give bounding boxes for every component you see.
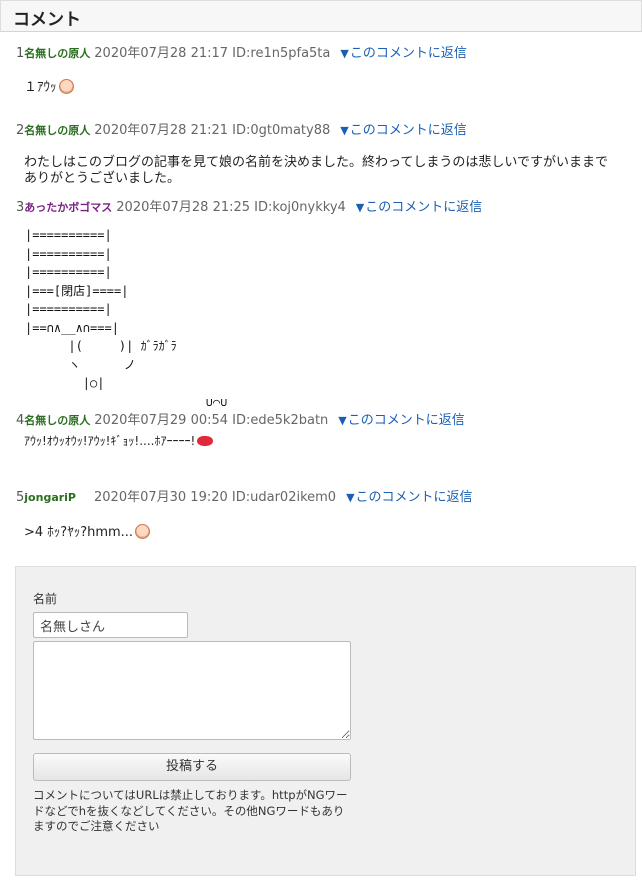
comment-text: >4 ﾎｯ?ﾔｯ?hmm... [24,525,134,540]
ascii-art: |==========| |==========| |==========| |… [25,228,228,409]
comment-body: >4 ﾎｯ?ﾔｯ?hmm... [24,524,151,541]
comment-meta: 2名無しの原人 2020年07月28 21:21 ID:0gt0maty88 ▼この… [16,123,467,139]
face-icon [135,524,151,539]
comment-author[interactable]: あったかボゴマス [24,201,112,214]
comment-text: １ｱｳｯ [24,80,57,95]
reply-link[interactable]: ▼このコメントに返信 [340,46,466,61]
comment-meta: 1名無しの原人 2020年07月28 21:17 ID:re1n5pfa5ta ▼こ… [16,46,467,62]
triangle-down-icon: ▼ [346,491,355,504]
comment-author[interactable]: 名無しの原人 [24,414,90,427]
comment-meta: 4名無しの原人 2020年07月29 00:54 ID:ede5k2batn ▼この… [16,413,465,429]
comment-body: ｱｳｯ!ｵｳｯｵｳｯ!ｱｳｯ!ｷﾞｮｯ!....ﾎｱｰｰｰｰ! [24,433,214,449]
comment-textarea[interactable] [33,641,351,740]
comment-date-id: 2020年07月29 00:54 ID:ede5k2batn [94,413,329,428]
comment-date-id: 2020年07月28 21:25 ID:koj0nykky4 [116,200,346,215]
comments-header: コメント [0,0,642,32]
comment-text: ｱｳｯ!ｵｳｯｵｳｯ!ｱｳｯ!ｷﾞｮｯ!....ﾎｱｰｰｰｰ! [24,434,196,448]
reply-link-label: このコメントに返信 [365,200,483,215]
reply-link-label: このコメントに返信 [349,123,467,138]
comment-body: １ｱｳｯ [24,79,74,96]
reply-link[interactable]: ▼このコメントに返信 [356,200,482,215]
reply-link[interactable]: ▼このコメントに返信 [340,123,466,138]
triangle-down-icon: ▼ [340,47,349,60]
submit-button[interactable]: 投稿する [33,753,351,781]
reply-link-label: このコメントに返信 [355,490,473,505]
comment-date-id: 2020年07月28 21:21 ID:0gt0maty88 [94,123,331,138]
lips-icon [197,436,214,446]
name-input[interactable] [33,612,188,638]
triangle-down-icon: ▼ [355,201,365,214]
form-note: コメントについてはURLは禁止しております。httpがNGワードなどでhを抜くな… [33,788,348,833]
comment-date-id: 2020年07月28 21:17 ID:re1n5pfa5ta [94,46,331,61]
comment-author[interactable]: jongariP [24,491,76,504]
comment-form: 名前 投稿する コメントについてはURLは禁止しております。httpがNGワード… [15,566,636,876]
comments-title: コメント [13,10,81,30]
name-label: 名前 [33,592,58,606]
comment-body: わたしはこのブログの記事を見て娘の名前を決めました。終わってしまうのは悲しいです… [24,155,608,186]
comment-meta: 5jongariP 2020年07月30 19:20 ID:udar02ikem0… [16,490,473,506]
triangle-down-icon: ▼ [340,124,349,137]
comment-author[interactable]: 名無しの原人 [24,47,90,60]
reply-link-label: このコメントに返信 [347,413,465,428]
reply-link-label: このコメントに返信 [349,46,467,61]
comment-author[interactable]: 名無しの原人 [24,124,90,137]
reply-link[interactable]: ▼このコメントに返信 [346,490,472,505]
comment-meta: 3あったかボゴマス 2020年07月28 21:25 ID:koj0nykky4 ▼… [16,200,482,216]
triangle-down-icon: ▼ [338,414,347,427]
face-icon [58,79,74,94]
reply-link[interactable]: ▼このコメントに返信 [338,413,464,428]
comment-date-id: 2020年07月30 19:20 ID:udar02ikem0 [94,490,337,505]
